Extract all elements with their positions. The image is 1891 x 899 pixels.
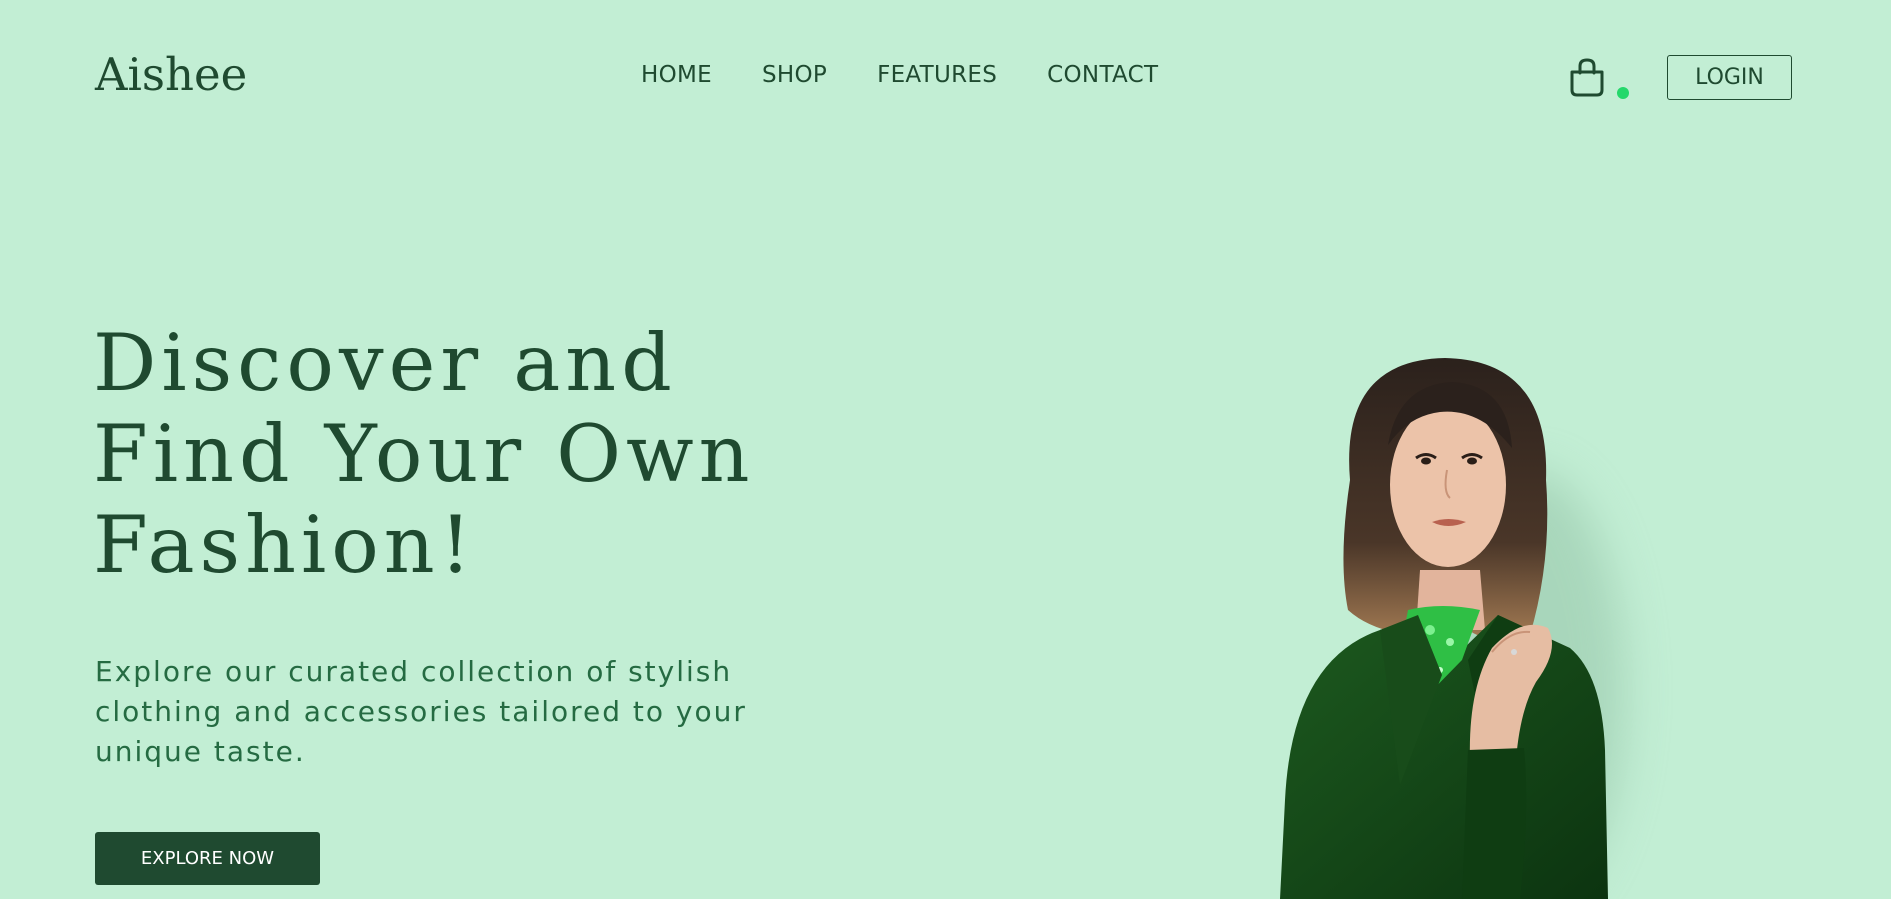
nav-contact[interactable]: CONTACT xyxy=(1047,62,1158,88)
login-button[interactable]: LOGIN xyxy=(1667,55,1792,100)
nav-shop[interactable]: SHOP xyxy=(762,62,827,88)
site-logo[interactable]: Aishee xyxy=(95,48,247,101)
hero-title-line-3: Fashion! xyxy=(93,499,477,591)
hero-title: Discover and Find Your Own Fashion! xyxy=(93,318,853,591)
hero-title-line-2: Find Your Own xyxy=(93,408,755,500)
fashion-model-image xyxy=(1280,358,1625,899)
explore-now-button[interactable]: EXPLORE NOW xyxy=(95,832,320,885)
main-nav: HOME SHOP FEATURES CONTACT xyxy=(641,62,1158,88)
nav-home[interactable]: HOME xyxy=(641,62,712,88)
cart-badge xyxy=(1617,87,1629,99)
hero-title-line-1: Discover and xyxy=(93,317,677,409)
hero-subtitle: Explore our curated collection of stylis… xyxy=(95,655,747,768)
nav-features[interactable]: FEATURES xyxy=(877,62,997,88)
shopping-bag-icon[interactable] xyxy=(1567,57,1609,99)
